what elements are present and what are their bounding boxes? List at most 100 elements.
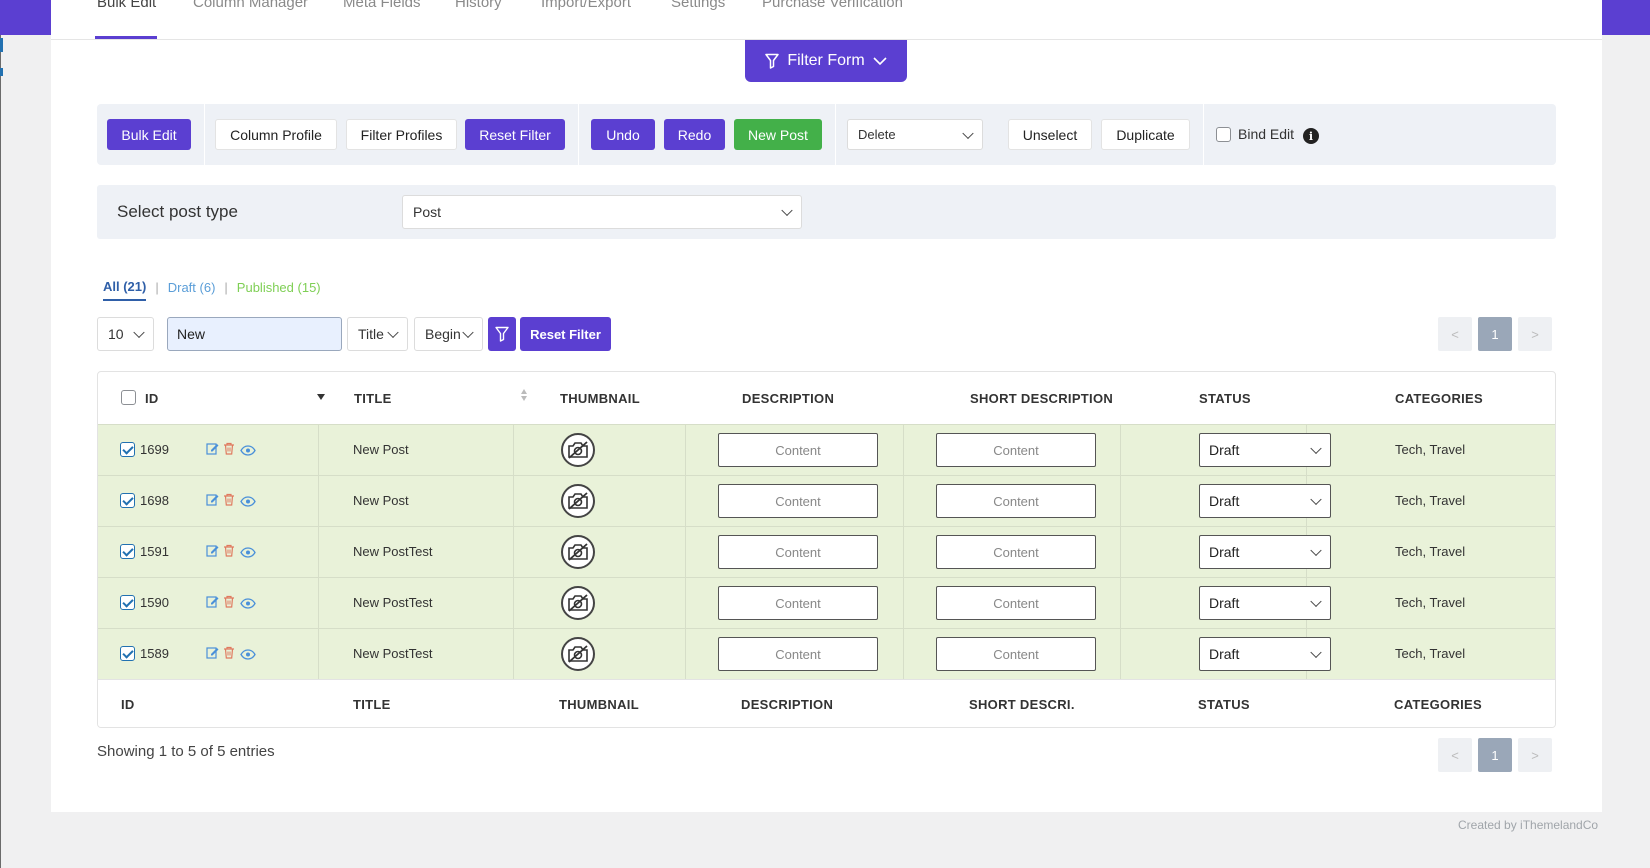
tab-settings[interactable]: Settings — [671, 0, 725, 11]
undo-button[interactable]: Undo — [591, 119, 655, 150]
pagination-prev[interactable]: < — [1438, 738, 1472, 772]
edit-icon[interactable] — [206, 595, 220, 609]
status-select[interactable]: Draft — [1199, 484, 1331, 518]
tab-column-manager[interactable]: Column Manager — [193, 0, 308, 11]
trash-icon[interactable] — [223, 442, 237, 456]
row-title[interactable]: New PostTest — [353, 646, 432, 661]
table-row[interactable]: 1589 New PostTest Content Content Draft … — [98, 628, 1555, 680]
no-image-camera-icon[interactable] — [561, 535, 595, 569]
column-header-title[interactable]: TITLE — [354, 391, 392, 406]
new-post-button[interactable]: New Post — [734, 119, 822, 150]
pagination-page[interactable]: 1 — [1478, 317, 1512, 351]
post-type-select[interactable]: Post — [402, 195, 802, 229]
apply-filter-button[interactable] — [488, 317, 516, 351]
quick-search-input[interactable]: New — [167, 317, 342, 351]
status-select[interactable]: Draft — [1199, 535, 1331, 569]
eye-icon[interactable] — [240, 494, 256, 508]
description-field[interactable]: Content — [718, 637, 878, 671]
select-all-checkbox[interactable] — [121, 390, 136, 405]
row-title[interactable]: New Post — [353, 493, 409, 508]
status-value: Draft — [1209, 442, 1240, 458]
trash-icon[interactable] — [223, 544, 237, 558]
eye-icon[interactable] — [240, 443, 256, 457]
tab-import-export[interactable]: Import/Export — [541, 0, 631, 11]
status-tab-published[interactable]: Published (15) — [237, 280, 321, 300]
bulk-edit-button[interactable]: Bulk Edit — [107, 119, 191, 150]
tab-meta-fields[interactable]: Meta Fields — [343, 0, 421, 11]
tab-purchase-verification[interactable]: Purchase Verification — [762, 0, 903, 11]
edit-icon[interactable] — [206, 493, 220, 507]
short-description-field[interactable]: Content — [936, 637, 1096, 671]
funnel-icon — [495, 326, 509, 342]
short-description-field[interactable]: Content — [936, 586, 1096, 620]
short-description-field[interactable]: Content — [936, 433, 1096, 467]
footer-title: TITLE — [353, 697, 391, 712]
bind-edit-checkbox[interactable] — [1216, 127, 1231, 142]
reset-filter-button[interactable]: Reset Filter — [465, 119, 565, 150]
status-select[interactable]: Draft — [1199, 433, 1331, 467]
row-checkbox[interactable] — [120, 646, 135, 661]
row-checkbox[interactable] — [120, 595, 135, 610]
eye-icon[interactable] — [240, 545, 256, 559]
table-row[interactable]: 1698 New Post Content Content Draft Tech… — [98, 475, 1555, 527]
bulk-action-select[interactable]: Delete — [847, 119, 983, 150]
trash-icon[interactable] — [223, 493, 237, 507]
row-checkbox[interactable] — [120, 442, 135, 457]
sort-icon[interactable] — [521, 388, 527, 402]
duplicate-button[interactable]: Duplicate — [1101, 119, 1190, 150]
pagination-page[interactable]: 1 — [1478, 738, 1512, 772]
quick-reset-filter-button[interactable]: Reset Filter — [520, 317, 611, 351]
tab-history[interactable]: History — [455, 0, 502, 11]
table-row[interactable]: 1590 New PostTest Content Content Draft … — [98, 577, 1555, 629]
table-row[interactable]: 1591 New PostTest Content Content Draft … — [98, 526, 1555, 578]
status-select[interactable]: Draft — [1199, 586, 1331, 620]
status-select[interactable]: Draft — [1199, 637, 1331, 671]
unselect-button[interactable]: Unselect — [1008, 119, 1092, 150]
trash-icon[interactable] — [223, 595, 237, 609]
search-operator-value: Begin — [425, 326, 461, 342]
eye-icon[interactable] — [240, 596, 256, 610]
edit-icon[interactable] — [206, 442, 220, 456]
column-divider — [1120, 527, 1121, 578]
admin-sidebar-marker — [0, 68, 3, 76]
description-field[interactable]: Content — [718, 535, 878, 569]
filter-form-button[interactable]: Filter Form — [745, 40, 907, 82]
pagination-prev[interactable]: < — [1438, 317, 1472, 351]
row-checkbox[interactable] — [120, 544, 135, 559]
pagination-next[interactable]: > — [1518, 317, 1552, 351]
search-operator-select[interactable]: Begin — [414, 317, 483, 351]
short-description-field[interactable]: Content — [936, 484, 1096, 518]
tab-bulk-edit[interactable]: Bulk Edit — [97, 0, 156, 11]
chevron-down-icon — [1310, 493, 1322, 506]
status-tab-draft[interactable]: Draft (6) — [168, 280, 216, 300]
trash-icon[interactable] — [223, 646, 237, 660]
pagination-next[interactable]: > — [1518, 738, 1552, 772]
row-title[interactable]: New PostTest — [353, 595, 432, 610]
info-icon[interactable]: i — [1303, 128, 1319, 144]
column-divider — [1120, 425, 1121, 476]
eye-icon[interactable] — [240, 647, 256, 661]
status-tab-all[interactable]: All (21) — [103, 279, 147, 301]
no-image-camera-icon[interactable] — [561, 586, 595, 620]
sort-desc-icon[interactable] — [317, 394, 325, 400]
per-page-select[interactable]: 10 — [97, 317, 154, 351]
row-checkbox[interactable] — [120, 493, 135, 508]
filter-profiles-button[interactable]: Filter Profiles — [346, 119, 457, 150]
search-field-select[interactable]: Title — [347, 317, 408, 351]
description-field[interactable]: Content — [718, 433, 878, 467]
column-profile-button[interactable]: Column Profile — [215, 119, 337, 150]
no-image-camera-icon[interactable] — [561, 637, 595, 671]
description-field[interactable]: Content — [718, 586, 878, 620]
no-image-camera-icon[interactable] — [561, 433, 595, 467]
column-divider — [513, 425, 514, 476]
no-image-camera-icon[interactable] — [561, 484, 595, 518]
edit-icon[interactable] — [206, 646, 220, 660]
description-field[interactable]: Content — [718, 484, 878, 518]
edit-icon[interactable] — [206, 544, 220, 558]
row-title[interactable]: New PostTest — [353, 544, 432, 559]
column-header-id[interactable]: ID — [145, 391, 159, 406]
table-row[interactable]: 1699 New Post Content Content Draft Tech… — [98, 424, 1555, 476]
row-title[interactable]: New Post — [353, 442, 409, 457]
redo-button[interactable]: Redo — [664, 119, 725, 150]
short-description-field[interactable]: Content — [936, 535, 1096, 569]
